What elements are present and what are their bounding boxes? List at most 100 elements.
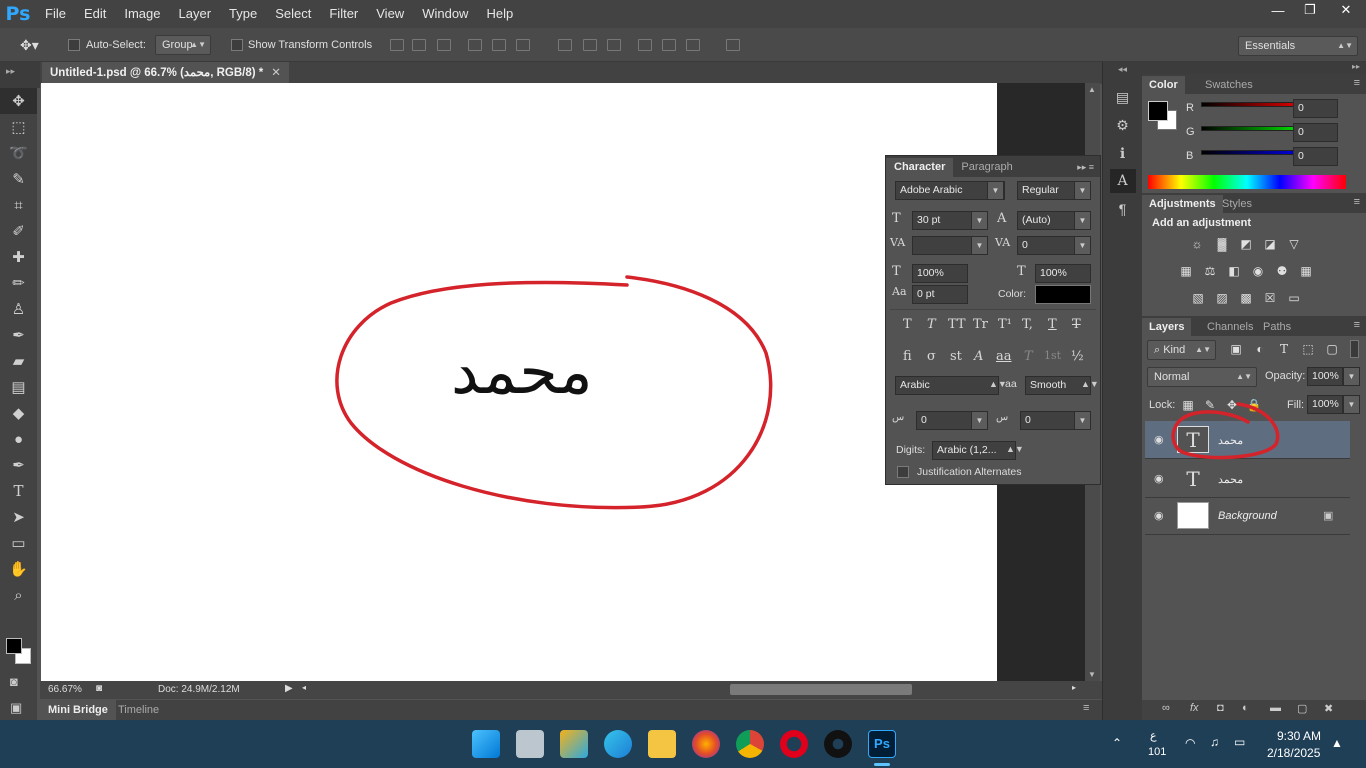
type-tool-icon[interactable]: T: [0, 478, 37, 504]
posterize-icon[interactable]: ▨: [1214, 291, 1230, 305]
tab-layers[interactable]: Layers: [1142, 318, 1192, 336]
lasso-tool-icon[interactable]: ➰: [0, 140, 37, 166]
auto-align-icon[interactable]: [726, 39, 740, 51]
color-balance-icon[interactable]: ⚖: [1202, 264, 1218, 278]
visibility-eye-icon[interactable]: ◉: [1154, 472, 1168, 486]
edge-icon[interactable]: [604, 730, 632, 758]
baseline-shift-field[interactable]: 0 pt: [912, 285, 968, 304]
color-fg-swatch[interactable]: [1148, 101, 1168, 121]
tab-styles[interactable]: Styles: [1215, 195, 1259, 213]
workspace-dropdown[interactable]: Essentials ▲▼: [1238, 36, 1358, 56]
show-hidden-icons[interactable]: ⌃: [1112, 736, 1122, 750]
text-color-swatch[interactable]: [1035, 285, 1091, 304]
adjustments-menu-icon[interactable]: ≡: [1354, 196, 1360, 208]
menu-type[interactable]: Type: [220, 0, 266, 28]
scroll-right-icon[interactable]: ▸: [1072, 683, 1076, 692]
diacritic-y-dropdown[interactable]: ▼: [1074, 411, 1091, 430]
menu-select[interactable]: Select: [266, 0, 320, 28]
menu-help[interactable]: Help: [477, 0, 522, 28]
fractions-icon[interactable]: ½: [1071, 349, 1084, 364]
tab-adjustments[interactable]: Adjustments: [1142, 195, 1223, 213]
clock-date[interactable]: 2/18/2025: [1267, 746, 1320, 760]
tab-mini-bridge[interactable]: Mini Bridge: [40, 700, 116, 720]
digits-select[interactable]: Arabic (1,2...: [932, 441, 1016, 460]
distribute-right-icon[interactable]: [686, 39, 700, 51]
close-button[interactable]: ✕: [1326, 0, 1366, 20]
layer-mask-icon[interactable]: ◘: [1217, 702, 1224, 714]
blue-value[interactable]: 0: [1293, 147, 1338, 166]
brightness-icon[interactable]: ☼: [1189, 237, 1205, 251]
input-language-top[interactable]: ع: [1150, 729, 1157, 742]
tab-swatches[interactable]: Swatches: [1198, 76, 1260, 94]
tab-color[interactable]: Color: [1142, 76, 1185, 94]
channel-mixer-icon[interactable]: ⚉: [1274, 264, 1290, 278]
blend-mode-select[interactable]: Normal ▲▼: [1147, 367, 1257, 387]
filter-smart-object-icon[interactable]: ▢: [1324, 342, 1340, 356]
opacity-dropdown[interactable]: ▼: [1343, 367, 1360, 386]
move-tool-icon[interactable]: ✥▾: [20, 37, 39, 54]
clock-time[interactable]: 9:30 AM: [1277, 729, 1321, 743]
tab-paths[interactable]: Paths: [1256, 318, 1298, 336]
layer-row[interactable]: ◉ Background ▣: [1145, 497, 1350, 535]
foreground-color-swatch[interactable]: [6, 638, 22, 654]
new-group-icon[interactable]: ▬: [1270, 702, 1281, 714]
marquee-tool-icon[interactable]: ⬚: [0, 114, 37, 140]
tab-character[interactable]: Character: [886, 158, 954, 177]
auto-select-checkbox[interactable]: [68, 39, 80, 51]
document-canvas[interactable]: محمد: [41, 83, 997, 681]
move-tool-icon[interactable]: ✥: [0, 88, 37, 114]
scroll-up-icon[interactable]: ▲: [1088, 85, 1096, 94]
ligatures-icon[interactable]: fi: [903, 349, 912, 364]
swash-icon[interactable]: A: [974, 349, 983, 364]
status-info-icon[interactable]: ◙: [96, 683, 102, 694]
photo-filter-icon[interactable]: ◉: [1250, 264, 1266, 278]
layers-menu-icon[interactable]: ≡: [1354, 319, 1360, 331]
toolbar-collapse-icon[interactable]: ▸▸: [0, 62, 40, 88]
gradient-tool-icon[interactable]: ▤: [0, 374, 37, 400]
wifi-icon[interactable]: ◠: [1185, 736, 1195, 750]
menu-layer[interactable]: Layer: [170, 0, 221, 28]
filter-toggle[interactable]: [1350, 340, 1359, 358]
restore-button[interactable]: ❐: [1294, 0, 1326, 20]
healing-brush-tool-icon[interactable]: ✚: [0, 244, 37, 270]
properties-panel-icon[interactable]: ⚙: [1110, 113, 1136, 137]
info-panel-icon[interactable]: ℹ: [1110, 141, 1136, 165]
dodge-tool-icon[interactable]: ●: [0, 426, 37, 452]
layer-style-icon[interactable]: fx: [1190, 702, 1199, 714]
align-bottom-icon[interactable]: [437, 39, 451, 51]
align-left-icon[interactable]: [468, 39, 482, 51]
strikethrough-icon[interactable]: T: [1072, 317, 1081, 332]
status-menu-icon[interactable]: ▶: [285, 683, 293, 694]
pen-tool-icon[interactable]: ✒: [0, 452, 37, 478]
font-style-dropdown[interactable]: ▼: [1074, 181, 1091, 200]
fill-field[interactable]: 100%: [1307, 395, 1343, 414]
visibility-eye-icon[interactable]: ◉: [1154, 509, 1168, 523]
clone-stamp-tool-icon[interactable]: ♙: [0, 296, 37, 322]
history-brush-tool-icon[interactable]: ✒: [0, 322, 37, 348]
distribute-left-icon[interactable]: [638, 39, 652, 51]
layer-row[interactable]: ◉ T محمد: [1145, 460, 1350, 498]
gradient-map-icon[interactable]: ▭: [1286, 291, 1302, 305]
distribute-vcenter-icon[interactable]: [583, 39, 597, 51]
align-right-icon[interactable]: [516, 39, 530, 51]
volume-icon[interactable]: ♫: [1210, 735, 1219, 749]
eyedropper-tool-icon[interactable]: ✐: [0, 218, 37, 244]
menu-image[interactable]: Image: [115, 0, 169, 28]
exposure-icon[interactable]: ◪: [1262, 237, 1278, 251]
new-layer-icon[interactable]: ▢: [1297, 702, 1307, 715]
notification-bell-icon[interactable]: ▲: [1331, 736, 1343, 750]
layer-name[interactable]: محمد: [1218, 473, 1243, 486]
filter-type-icon[interactable]: T: [1276, 342, 1292, 356]
faux-bold-icon[interactable]: T: [903, 317, 912, 332]
black-white-icon[interactable]: ◧: [1226, 264, 1242, 278]
green-value[interactable]: 0: [1293, 123, 1338, 142]
subscript-icon[interactable]: T,: [1022, 317, 1033, 332]
antialias-dropdown-icon[interactable]: ▲▼: [1081, 379, 1099, 389]
panel-menu-icon[interactable]: ≡: [1083, 702, 1089, 714]
battery-icon[interactable]: ▭: [1234, 735, 1245, 749]
task-view-icon[interactable]: [516, 730, 544, 758]
layer-name[interactable]: Background: [1218, 510, 1277, 522]
blur-tool-icon[interactable]: ◆: [0, 400, 37, 426]
tracking-dropdown[interactable]: ▼: [1074, 236, 1091, 255]
menu-filter[interactable]: Filter: [320, 0, 367, 28]
